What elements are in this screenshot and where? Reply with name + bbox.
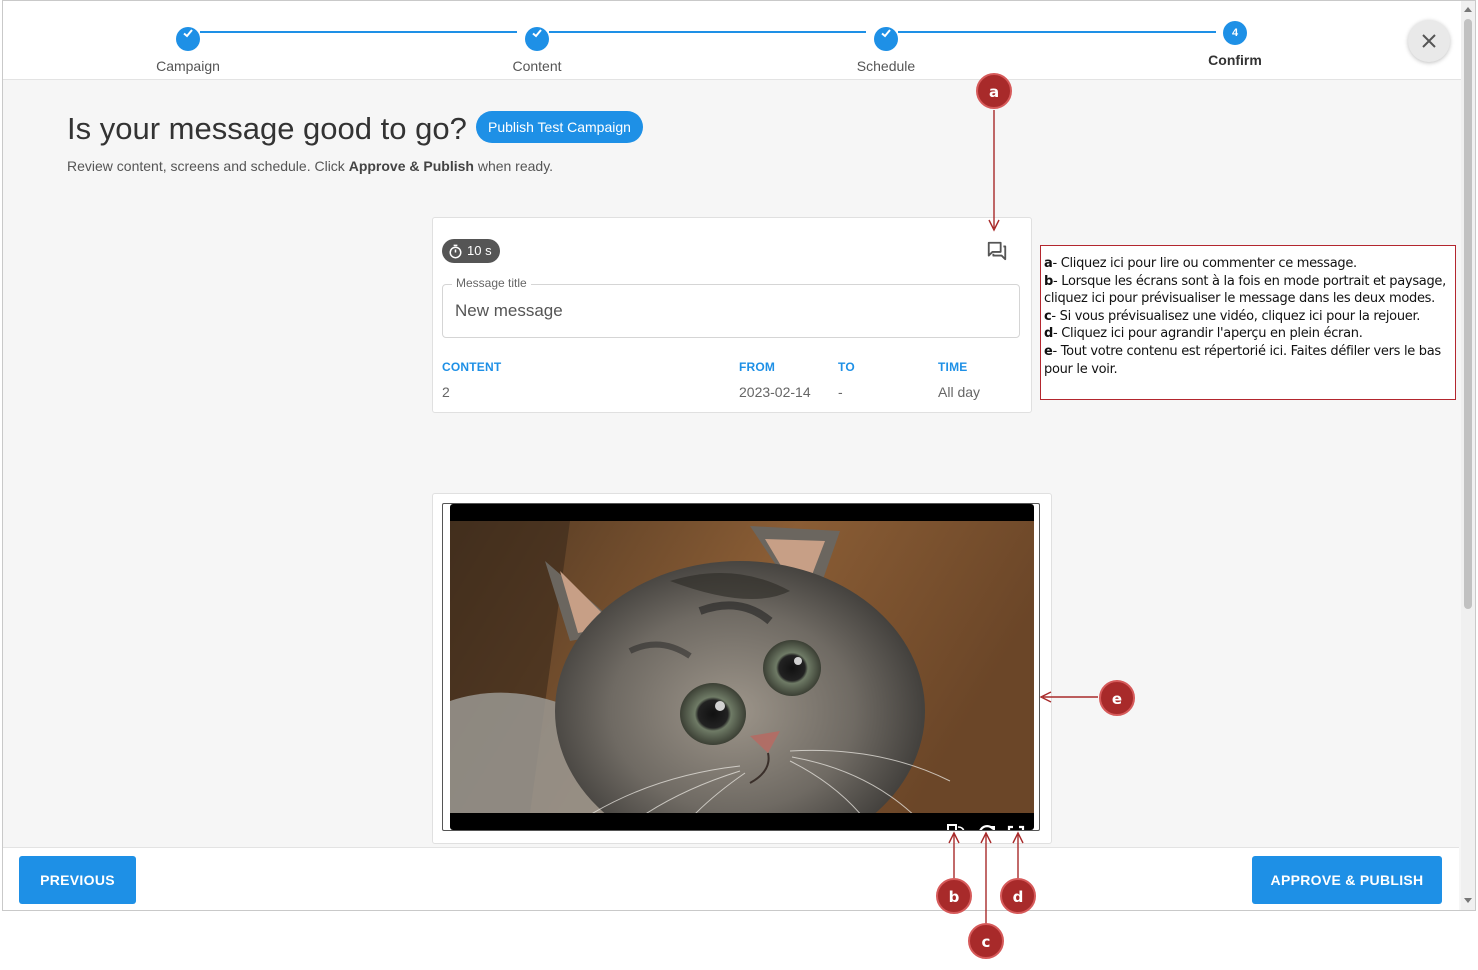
replay-icon[interactable] [976, 806, 998, 830]
annotation-marker-a: a [976, 73, 1012, 109]
note-text: - Si vous prévisualisez une vidéo, cliqu… [1051, 308, 1421, 324]
stopwatch-icon [449, 244, 462, 258]
column-header-to: TO [838, 360, 855, 374]
close-button[interactable] [1408, 20, 1450, 62]
annotation-note-b: b- Lorsque les écrans sont à la fois en … [1044, 273, 1452, 308]
note-key: d [1044, 326, 1054, 342]
time-value: All day [938, 384, 981, 400]
message-title-input[interactable] [455, 301, 995, 321]
step-label: Schedule [856, 58, 916, 74]
orientation-toggle-icon[interactable] [946, 806, 968, 830]
wizard-footer: PREVIOUS APPROVE & PUBLISH [3, 847, 1459, 910]
note-text: - Lorsque les écrans sont à la fois en m… [1044, 273, 1446, 307]
note-text: - Tout votre contenu est répertorié ici.… [1044, 343, 1441, 377]
step-label: Campaign [156, 58, 220, 74]
wizard-stepper: Campaign Content Schedule 4 Confirm [3, 1, 1461, 80]
note-key: e [1044, 343, 1053, 359]
previous-button[interactable]: PREVIOUS [19, 856, 136, 904]
subtitle-text: Review content, screens and schedule. Cl… [67, 158, 349, 174]
vertical-scrollbar[interactable] [1461, 1, 1475, 910]
fullscreen-icon[interactable] [1005, 806, 1027, 830]
step-schedule[interactable]: Schedule [826, 21, 946, 74]
annotation-legend: a- Cliquez ici pour lire ou commenter ce… [1040, 245, 1456, 400]
message-title-label: Message title [452, 276, 531, 290]
page-title: Is your message good to go? [67, 111, 467, 146]
duration-badge: 10 s [442, 239, 500, 263]
subtitle-text: when ready. [473, 158, 554, 174]
annotation-marker-c: c [968, 923, 1004, 959]
check-icon [176, 27, 200, 51]
scroll-up-arrow[interactable] [1464, 7, 1472, 12]
annotation-note-a: a- Cliquez ici pour lire ou commenter ce… [1044, 255, 1452, 273]
content-preview-card [432, 493, 1052, 844]
duration-value: 10 s [467, 243, 492, 258]
from-date: 2023-02-14 [739, 384, 811, 400]
annotation-note-e: e- Tout votre contenu est répertorié ici… [1044, 343, 1452, 378]
preview-screen [450, 504, 1034, 830]
scroll-thumb[interactable] [1464, 19, 1472, 609]
step-campaign[interactable]: Campaign [128, 21, 248, 74]
step-content[interactable]: Content [477, 21, 597, 74]
annotation-note-d: d- Cliquez ici pour agrandir l'aperçu en… [1044, 325, 1452, 343]
page-subtitle: Review content, screens and schedule. Cl… [67, 158, 553, 174]
content-count: 2 [442, 384, 450, 400]
column-header-content: CONTENT [442, 360, 502, 374]
preview-frame[interactable] [442, 503, 1040, 831]
publish-test-campaign-button[interactable]: Publish Test Campaign [476, 111, 643, 143]
check-icon [874, 27, 898, 51]
campaign-wizard-window: Campaign Content Schedule 4 Confirm Is y… [2, 0, 1476, 911]
kitten-image [450, 521, 1034, 813]
note-key: b [1044, 273, 1054, 289]
to-date: - [838, 384, 843, 400]
note-text: - Cliquez ici pour agrandir l'aperçu en … [1053, 326, 1363, 342]
annotation-marker-e: e [1099, 680, 1135, 716]
step-label: Confirm [1208, 52, 1262, 68]
column-header-from: FROM [739, 360, 776, 374]
message-title-field[interactable]: Message title [442, 276, 1020, 338]
step-number: 4 [1223, 21, 1247, 45]
approve-and-publish-button[interactable]: APPROVE & PUBLISH [1252, 856, 1442, 904]
step-label: Content [512, 58, 562, 74]
message-summary-card: 10 s Message title CONTENT FROM TO TIME … [432, 217, 1032, 413]
note-text: - Cliquez ici pour lire ou commenter ce … [1052, 256, 1357, 271]
annotation-marker-b: b [936, 878, 972, 914]
comments-icon[interactable] [986, 240, 1008, 267]
annotation-note-c: c- Si vous prévisualisez une vidéo, cliq… [1044, 308, 1452, 326]
step-confirm[interactable]: 4 Confirm [1175, 21, 1295, 68]
column-header-time: TIME [938, 360, 968, 374]
close-icon [1422, 34, 1436, 48]
subtitle-emphasis: Approve & Publish [348, 158, 474, 174]
annotation-marker-d: d [1000, 878, 1036, 914]
scroll-down-arrow[interactable] [1464, 898, 1472, 903]
check-icon [525, 27, 549, 51]
